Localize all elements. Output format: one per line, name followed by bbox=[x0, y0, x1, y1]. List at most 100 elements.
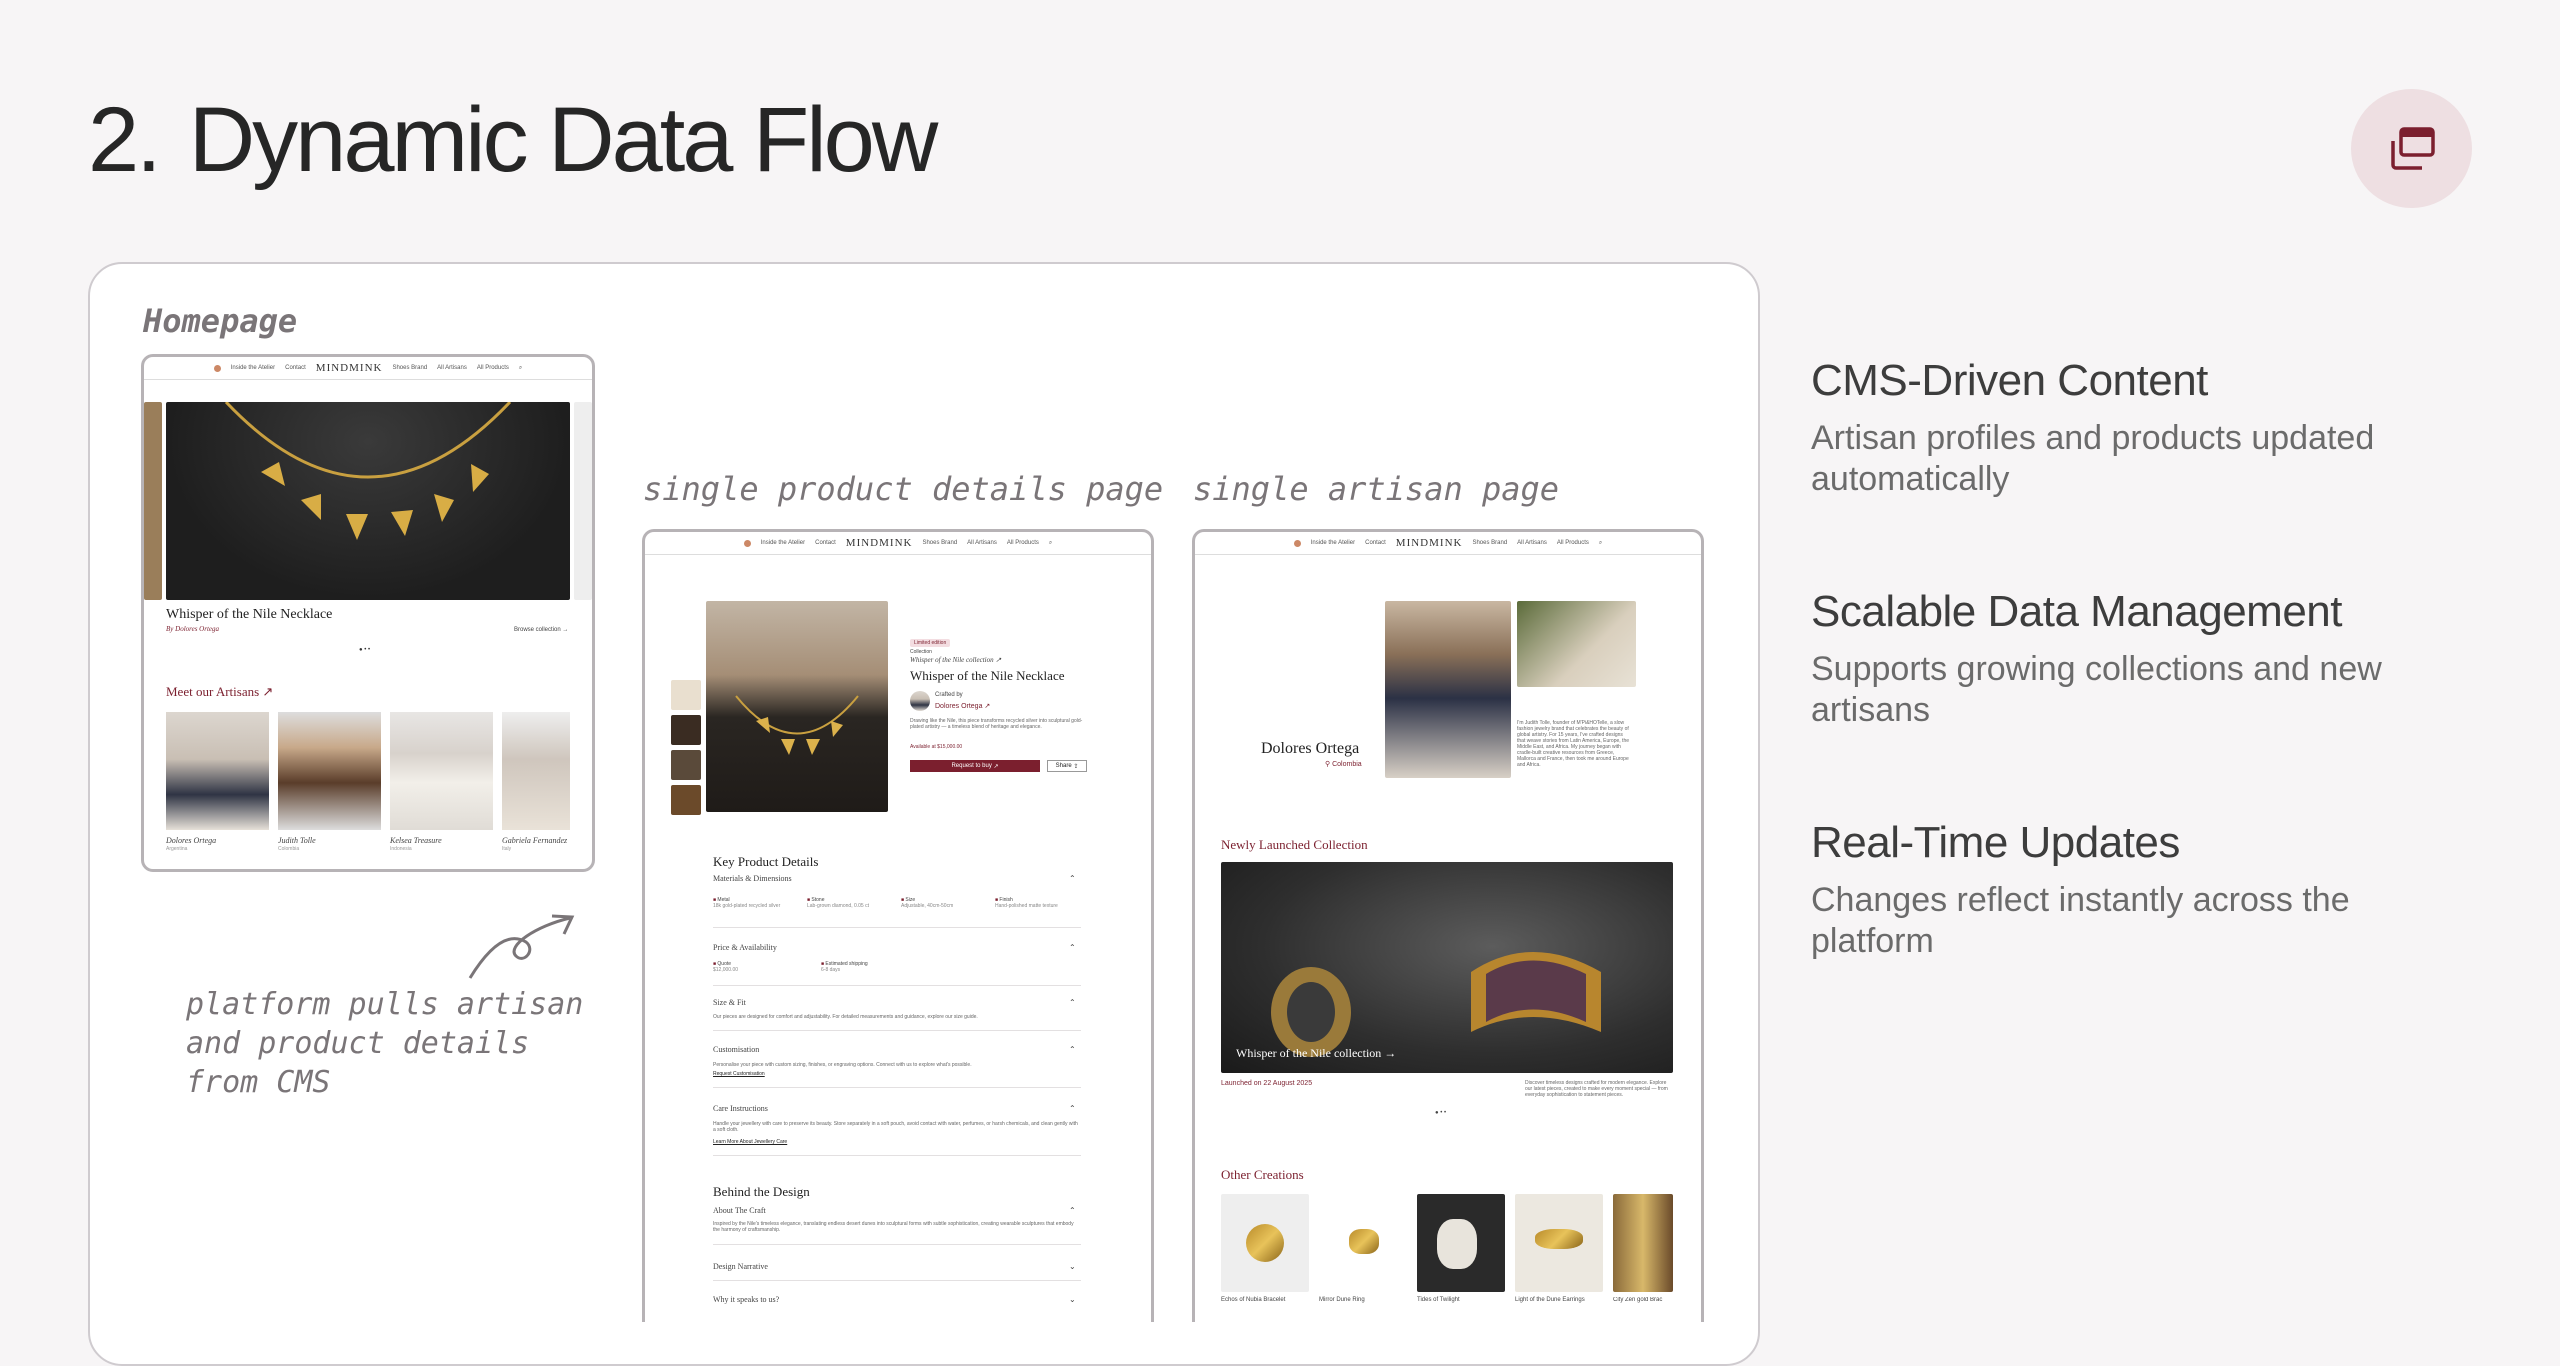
nav-link[interactable]: All Artisans bbox=[1517, 540, 1547, 546]
creation-image[interactable] bbox=[1417, 1194, 1505, 1292]
creation-image[interactable] bbox=[1221, 1194, 1309, 1292]
search-icon[interactable]: ⌕ bbox=[1049, 540, 1052, 547]
hero-side-image bbox=[574, 402, 592, 600]
care-accordion[interactable]: Care Instructions bbox=[713, 1104, 768, 1113]
creation-name[interactable]: Light of the Dune Earrings bbox=[1515, 1297, 1585, 1303]
feature-cms: CMS-Driven Content Artisan profiles and … bbox=[1811, 356, 2461, 500]
crafted-by-label: Crafted by bbox=[935, 692, 963, 698]
copy-windows-button[interactable] bbox=[2351, 89, 2472, 208]
artisans-section-title[interactable]: Meet our Artisans ↗ bbox=[166, 684, 273, 700]
site-logo[interactable]: MINDMINK bbox=[316, 362, 383, 374]
launch-date: Launched on 22 August 2025 bbox=[1221, 1080, 1313, 1087]
chevron-up-icon[interactable]: ⌃ bbox=[1069, 943, 1076, 952]
search-icon[interactable]: ⌕ bbox=[1599, 540, 1602, 547]
customisation-accordion[interactable]: Customisation bbox=[713, 1045, 759, 1054]
chevron-up-icon[interactable]: ⌃ bbox=[1069, 1045, 1076, 1054]
creation-image[interactable] bbox=[1319, 1194, 1407, 1292]
collection-banner-link[interactable]: Whisper of the Nile collection → bbox=[1236, 1046, 1396, 1061]
hero-byline[interactable]: By Dolores Ortega bbox=[166, 625, 219, 633]
artisan-photo[interactable] bbox=[390, 712, 493, 830]
thumbnail[interactable] bbox=[671, 750, 701, 780]
chevron-down-icon[interactable]: ⌄ bbox=[1069, 1295, 1076, 1304]
price-accordion[interactable]: Price & Availability bbox=[713, 943, 777, 952]
nav-link[interactable]: Inside the Atelier bbox=[1311, 540, 1355, 546]
flag-icon bbox=[1293, 539, 1301, 547]
nav-link[interactable]: Contact bbox=[815, 540, 836, 546]
collection-link[interactable]: Whisper of the Nile collection ↗ bbox=[910, 656, 1001, 664]
nav-link[interactable]: All Products bbox=[1557, 540, 1589, 546]
browse-collection-link[interactable]: Browse collection → bbox=[514, 627, 568, 633]
product-page-screenshot[interactable]: Inside the Atelier Contact MINDMINK Shoe… bbox=[642, 529, 1154, 1322]
materials-accordion[interactable]: Materials & Dimensions bbox=[713, 874, 792, 883]
feature-text: Artisan profiles and products updated au… bbox=[1811, 419, 2375, 498]
care-link[interactable]: Learn More About Jewellery Care bbox=[713, 1139, 787, 1145]
feature-text: Changes reflect instantly across the pla… bbox=[1811, 881, 2350, 960]
homepage-screenshot[interactable]: Inside the Atelier Contact MINDMINK Shoe… bbox=[141, 354, 595, 872]
site-logo[interactable]: MINDMINK bbox=[846, 537, 913, 549]
chevron-up-icon[interactable]: ⌃ bbox=[1069, 998, 1076, 1007]
feature-text: Supports growing collections and new art… bbox=[1811, 650, 2382, 729]
site-nav: Inside the Atelier Contact MINDMINK Shoe… bbox=[645, 532, 1151, 555]
why-accordion[interactable]: Why it speaks to us? bbox=[713, 1295, 779, 1304]
artisan-photo[interactable] bbox=[166, 712, 269, 830]
hero-image bbox=[166, 400, 570, 600]
page-title: 2. Dynamic Data Flow bbox=[88, 89, 938, 191]
thumbnail[interactable] bbox=[671, 715, 701, 745]
availability-text: Available at $15,000.00 bbox=[910, 744, 963, 750]
artisan-name: Gabriela Fernandez bbox=[502, 836, 568, 845]
size-accordion[interactable]: Size & Fit bbox=[713, 998, 746, 1007]
nav-link[interactable]: Contact bbox=[1365, 540, 1386, 546]
collection-section-title: Newly Launched Collection bbox=[1221, 837, 1368, 852]
craft-accordion[interactable]: About The Craft bbox=[713, 1206, 766, 1215]
product-image bbox=[706, 601, 888, 812]
artisan-bio: I'm Judith Tolle, founder of M'Pi&HOTell… bbox=[1517, 720, 1629, 768]
artisan-avatar[interactable] bbox=[910, 691, 930, 711]
creation-name[interactable]: Mirror Dune Ring bbox=[1319, 1297, 1365, 1303]
narrative-accordion[interactable]: Design Narrative bbox=[713, 1262, 768, 1271]
share-button[interactable]: Share ⇪ bbox=[1047, 760, 1087, 772]
nav-link[interactable]: Shoes Brand bbox=[922, 540, 957, 546]
nav-link[interactable]: All Artisans bbox=[437, 365, 467, 371]
nav-link[interactable]: Shoes Brand bbox=[1472, 540, 1507, 546]
thumbnail[interactable] bbox=[671, 785, 701, 815]
creation-name[interactable]: Tides of Twilight bbox=[1417, 1297, 1460, 1303]
creation-name[interactable]: City Zen gold Brac bbox=[1613, 1297, 1673, 1303]
creation-image[interactable] bbox=[1613, 1194, 1673, 1292]
site-nav: Inside the Atelier Contact MINDMINK Shoe… bbox=[144, 357, 592, 380]
collection-banner[interactable]: Whisper of the Nile collection → bbox=[1221, 862, 1673, 1073]
artisan-link[interactable]: Dolores Ortega ↗ bbox=[935, 702, 990, 710]
carousel-dots[interactable]: ● • • bbox=[359, 647, 370, 653]
artisan-location: ⚲ Colombia bbox=[1325, 761, 1362, 768]
artisan-name: Dolores Ortega bbox=[166, 836, 217, 845]
limited-badge: Limited edition bbox=[910, 639, 951, 647]
request-to-buy-button[interactable]: Request to buy ↗ bbox=[910, 760, 1040, 772]
artisan-page-screenshot[interactable]: Inside the Atelier Contact MINDMINK Shoe… bbox=[1192, 529, 1704, 1322]
chevron-up-icon[interactable]: ⌃ bbox=[1069, 874, 1076, 883]
nav-link[interactable]: All Artisans bbox=[967, 540, 997, 546]
artisan-country: Indonesia bbox=[390, 846, 412, 852]
copy-windows-icon bbox=[2390, 126, 2435, 170]
nav-link[interactable]: Contact bbox=[285, 365, 306, 371]
chevron-down-icon[interactable]: ⌄ bbox=[1069, 1262, 1076, 1271]
nav-link[interactable]: Inside the Atelier bbox=[761, 540, 805, 546]
flag-icon bbox=[213, 364, 221, 372]
nav-link[interactable]: Shoes Brand bbox=[392, 365, 427, 371]
chevron-up-icon[interactable]: ⌃ bbox=[1069, 1104, 1076, 1113]
site-logo[interactable]: MINDMINK bbox=[1396, 537, 1463, 549]
artisan-workshop-image bbox=[1517, 601, 1636, 687]
thumbnail[interactable] bbox=[671, 680, 701, 710]
creation-name[interactable]: Echos of Nubia Bracelet bbox=[1221, 1297, 1285, 1303]
collection-label: Collection bbox=[910, 649, 932, 655]
nav-link[interactable]: All Products bbox=[477, 365, 509, 371]
carousel-dots[interactable]: ● • • bbox=[1435, 1110, 1446, 1116]
nav-link[interactable]: All Products bbox=[1007, 540, 1039, 546]
search-icon[interactable]: ⌕ bbox=[519, 365, 522, 372]
request-customisation-link[interactable]: Request Customisation bbox=[713, 1071, 765, 1077]
artisan-photo[interactable] bbox=[502, 712, 570, 830]
nav-link[interactable]: Inside the Atelier bbox=[231, 365, 275, 371]
key-details-title: Key Product Details bbox=[713, 854, 819, 869]
chevron-up-icon[interactable]: ⌃ bbox=[1069, 1206, 1076, 1215]
customisation-text: Personalise your piece with custom sizin… bbox=[713, 1062, 972, 1068]
artisan-photo[interactable] bbox=[278, 712, 381, 830]
creation-image[interactable] bbox=[1515, 1194, 1603, 1292]
